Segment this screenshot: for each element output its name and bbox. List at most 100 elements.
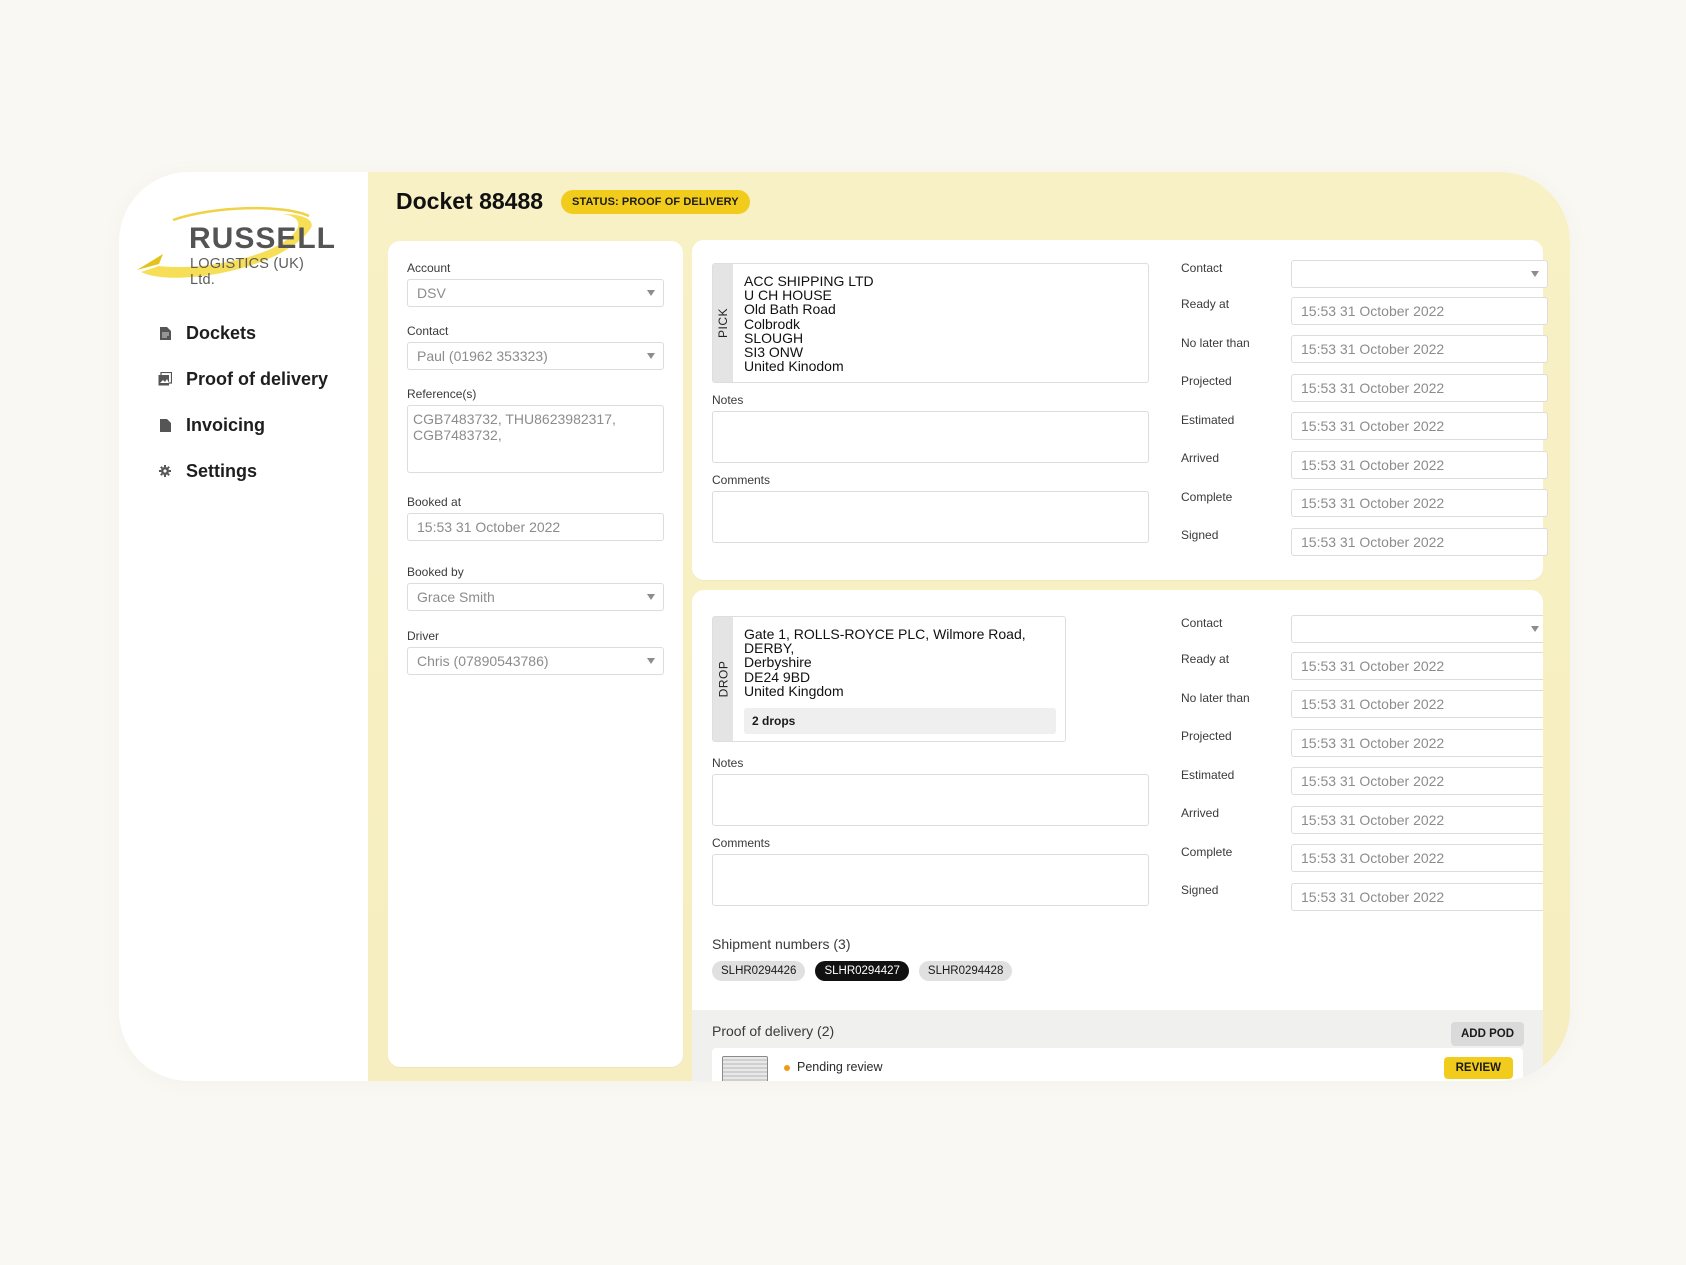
address-line: SI3 ONW (744, 344, 804, 361)
pick-tab: PICK (713, 264, 733, 382)
pod-document-thumbnail[interactable] (722, 1056, 768, 1081)
status-dot-icon (784, 1065, 790, 1071)
booked-at-field[interactable]: 15:53 31 October 2022 (407, 513, 664, 541)
main-area: Docket 88488 STATUS: PROOF OF DELIVERY A… (368, 172, 1570, 1081)
pod-status: Pending review (797, 1060, 883, 1074)
date-value: 15:53 31 October 2022 (1301, 889, 1445, 905)
shipment-chips: SLHR0294426 SLHR0294427 SLHR0294428 (712, 961, 1013, 981)
booked-by-select[interactable]: Grace Smith (407, 583, 664, 611)
account-label: Account (407, 261, 451, 275)
pick-signed-field[interactable]: 15:53 31 October 2022 (1291, 528, 1548, 556)
chevron-down-icon (647, 290, 655, 296)
drop-complete-field[interactable]: 15:53 31 October 2022 (1291, 844, 1543, 872)
drop-arrived-label: Arrived (1181, 806, 1220, 820)
drop-card: DROP Gate 1, ROLLS-ROYCE PLC, Wilmore Ro… (692, 590, 1543, 1081)
pick-projected-label: Projected (1181, 374, 1232, 388)
sidebar-item-proof-of-delivery[interactable]: Proof of delivery (157, 356, 328, 402)
sidebar-item-dockets[interactable]: Dockets (157, 310, 328, 356)
pick-notes-label: Notes (712, 393, 744, 407)
date-value: 15:53 31 October 2022 (1301, 341, 1445, 357)
date-value: 15:53 31 October 2022 (1301, 735, 1445, 751)
drop-ready-at-field[interactable]: 15:53 31 October 2022 (1291, 652, 1543, 680)
pick-estimated-field[interactable]: 15:53 31 October 2022 (1291, 412, 1548, 440)
drop-comments-label: Comments (712, 836, 771, 850)
drop-tab: DROP (713, 617, 733, 741)
pick-projected-field[interactable]: 15:53 31 October 2022 (1291, 374, 1548, 402)
date-value: 15:53 31 October 2022 (1301, 534, 1445, 550)
contact-select[interactable]: Paul (01962 353323) (407, 342, 664, 370)
pick-contact-label: Contact (1181, 261, 1223, 275)
review-button[interactable]: REVIEW (1443, 1057, 1513, 1079)
pick-ready-at-label: Ready at (1181, 297, 1230, 311)
address-line: DERBY, (744, 640, 795, 657)
gear-icon (157, 463, 173, 479)
pick-arrived-field[interactable]: 15:53 31 October 2022 (1291, 451, 1548, 479)
docket-details-card: Account DSV Contact Paul (01962 353323) … (388, 241, 683, 1067)
driver-value: Chris (07890543786) (417, 653, 549, 669)
drop-notes-label: Notes (712, 756, 744, 770)
shipment-chip[interactable]: SLHR0294428 (918, 961, 1013, 981)
account-select[interactable]: DSV (407, 279, 664, 307)
document-icon (157, 325, 173, 341)
contact-value: Paul (01962 353323) (417, 348, 548, 364)
drop-projected-label: Projected (1181, 729, 1232, 743)
account-value: DSV (417, 285, 446, 301)
drop-arrived-field[interactable]: 15:53 31 October 2022 (1291, 806, 1543, 834)
pick-complete-field[interactable]: 15:53 31 October 2022 (1291, 489, 1548, 517)
pick-comments-label: Comments (712, 473, 771, 487)
address-line: Old Bath Road (744, 301, 836, 318)
chevron-down-icon (1531, 271, 1539, 277)
pick-no-later-than-field[interactable]: 15:53 31 October 2022 (1291, 335, 1548, 363)
date-value: 15:53 31 October 2022 (1301, 418, 1445, 434)
drops-count[interactable]: 2 drops (744, 708, 1056, 734)
add-pod-button[interactable]: ADD POD (1450, 1022, 1524, 1046)
booked-at-label: Booked at (407, 495, 462, 509)
drop-estimated-field[interactable]: 15:53 31 October 2022 (1291, 767, 1543, 795)
gallery-icon (157, 371, 173, 387)
pick-ready-at-field[interactable]: 15:53 31 October 2022 (1291, 297, 1548, 325)
logo-subtitle: LOGISTICS (UK) Ltd. (190, 256, 304, 288)
drop-no-later-than-label: No later than (1181, 691, 1250, 705)
pick-comments-field[interactable] (712, 491, 1149, 543)
drop-signed-field[interactable]: 15:53 31 October 2022 (1291, 883, 1543, 911)
drop-notes-field[interactable] (712, 774, 1149, 826)
sidebar-item-invoicing[interactable]: Invoicing (157, 402, 328, 448)
pick-contact-select[interactable] (1291, 260, 1548, 288)
chevron-down-icon (647, 353, 655, 359)
pod-title: Proof of delivery (2) (712, 1023, 835, 1039)
address-line: U CH HOUSE (744, 287, 832, 304)
shipment-chip-selected[interactable]: SLHR0294427 (815, 961, 909, 981)
address-line: SLOUGH (744, 329, 804, 346)
drop-comments-field[interactable] (712, 854, 1149, 906)
status-badge: STATUS: PROOF OF DELIVERY (561, 189, 750, 214)
address-line: United Kingdom (744, 682, 844, 699)
drop-tab-label: DROP (716, 660, 731, 698)
drop-contact-select[interactable] (1291, 615, 1543, 643)
file-icon (157, 417, 173, 433)
pod-item: Pending review REVIEW (712, 1048, 1523, 1081)
drop-projected-field[interactable]: 15:53 31 October 2022 (1291, 729, 1543, 757)
drop-estimated-label: Estimated (1181, 768, 1235, 782)
proof-of-delivery-section: Proof of delivery (2) ADD POD Pending re… (692, 1010, 1543, 1081)
sidebar-nav: Dockets Proof of delivery Invoicing Sett… (157, 310, 328, 494)
pick-card: PICK ACC SHIPPING LTD U CH HOUSE Old Bat… (692, 240, 1548, 580)
pick-complete-label: Complete (1181, 490, 1233, 504)
address-line: Gate 1, ROLLS-ROYCE PLC, Wilmore Road, (744, 626, 1026, 642)
date-value: 15:53 31 October 2022 (1301, 658, 1445, 674)
date-value: 15:53 31 October 2022 (1301, 457, 1445, 473)
drop-complete-label: Complete (1181, 845, 1233, 859)
address-line: United Kinodom (744, 358, 844, 375)
drop-address-box: DROP Gate 1, ROLLS-ROYCE PLC, Wilmore Ro… (712, 616, 1066, 742)
drop-no-later-than-field[interactable]: 15:53 31 October 2022 (1291, 690, 1543, 718)
pick-notes-field[interactable] (712, 411, 1149, 463)
shipment-chip[interactable]: SLHR0294426 (712, 961, 806, 981)
references-field[interactable]: CGB7483732, THU8623982317, CGB7483732, (407, 405, 664, 473)
booked-at-value: 15:53 31 October 2022 (417, 519, 561, 535)
date-value: 15:53 31 October 2022 (1301, 380, 1445, 396)
drop-signed-label: Signed (1181, 883, 1219, 897)
sidebar-item-settings[interactable]: Settings (157, 448, 328, 494)
driver-select[interactable]: Chris (07890543786) (407, 647, 664, 675)
date-value: 15:53 31 October 2022 (1301, 495, 1445, 511)
pick-address: ACC SHIPPING LTD U CH HOUSE Old Bath Roa… (744, 274, 874, 375)
chevron-down-icon (1531, 626, 1539, 632)
